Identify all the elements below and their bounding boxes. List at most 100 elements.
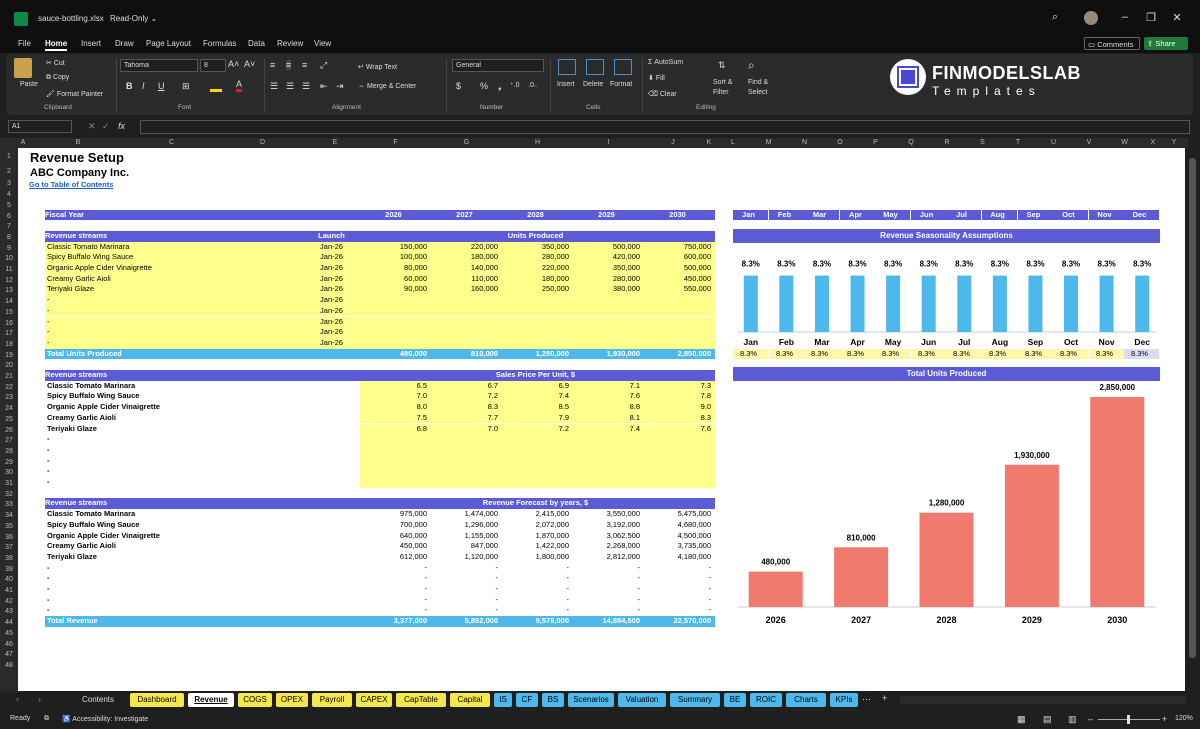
- price-value[interactable]: [644, 434, 715, 445]
- row-header-18[interactable]: 18: [0, 340, 18, 351]
- units-value[interactable]: 140,000: [431, 263, 502, 274]
- units-value[interactable]: 600,000: [644, 252, 715, 263]
- units-stream-name[interactable]: Teriyaki Glaze: [45, 284, 307, 296]
- column-header-y[interactable]: Y: [1164, 138, 1184, 148]
- autosum-button[interactable]: Σ AutoSum: [648, 59, 683, 66]
- price-value[interactable]: 6.9: [502, 380, 573, 392]
- menu-home[interactable]: Home: [45, 39, 68, 51]
- row-header-17[interactable]: 17: [0, 329, 18, 340]
- menu-insert[interactable]: Insert: [81, 39, 101, 48]
- avatar[interactable]: [1084, 11, 1098, 25]
- units-value[interactable]: [502, 316, 573, 328]
- fill-button[interactable]: ⬇ Fill: [648, 74, 665, 82]
- sheet-tab[interactable]: OPEX: [276, 693, 308, 707]
- price-value[interactable]: 7.0: [360, 391, 431, 403]
- units-value[interactable]: [502, 295, 573, 306]
- search-icon[interactable]: ⌕: [1043, 11, 1067, 24]
- units-value[interactable]: [573, 337, 644, 349]
- row-header-20[interactable]: 20: [0, 361, 18, 372]
- row-header-25[interactable]: 25: [0, 415, 18, 426]
- price-value[interactable]: 7.8: [644, 391, 715, 403]
- percent-icon[interactable]: %: [480, 81, 488, 91]
- price-value[interactable]: [573, 455, 644, 467]
- align-bottom-icon[interactable]: ≡: [302, 60, 307, 70]
- units-value[interactable]: [573, 295, 644, 306]
- units-value[interactable]: 550,000: [644, 284, 715, 296]
- row-header-45[interactable]: 45: [0, 629, 18, 640]
- align-top-icon[interactable]: ≡: [270, 60, 275, 70]
- units-value[interactable]: [573, 316, 644, 328]
- font-name-select[interactable]: Tahoma: [120, 59, 198, 72]
- column-header-u[interactable]: U: [1036, 138, 1071, 148]
- sheet-tab[interactable]: Revenue: [188, 693, 234, 707]
- price-value[interactable]: [502, 477, 573, 488]
- row-header-6[interactable]: 6: [0, 212, 18, 223]
- cancel-icon[interactable]: ✕: [88, 121, 96, 132]
- units-value[interactable]: 90,000: [360, 284, 431, 296]
- delete-cells-icon[interactable]: [586, 59, 604, 75]
- units-value[interactable]: [644, 327, 715, 338]
- price-value[interactable]: [573, 477, 644, 488]
- row-header-27[interactable]: 27: [0, 436, 18, 447]
- zoom-in-icon[interactable]: +: [1162, 714, 1167, 724]
- number-format-select[interactable]: General: [452, 59, 544, 72]
- comments-button[interactable]: ▭ Comments: [1084, 37, 1140, 50]
- units-value[interactable]: [644, 316, 715, 328]
- row-header-35[interactable]: 35: [0, 522, 18, 533]
- price-value[interactable]: [431, 455, 502, 467]
- launch-date[interactable]: Jan-26: [307, 241, 360, 253]
- row-header-28[interactable]: 28: [0, 447, 18, 458]
- borders-icon[interactable]: ⊞: [182, 81, 190, 92]
- column-header-v[interactable]: V: [1071, 138, 1107, 148]
- paste-button[interactable]: Paste: [20, 81, 38, 88]
- row-header-15[interactable]: 15: [0, 308, 18, 319]
- row-header-33[interactable]: 33: [0, 500, 18, 511]
- column-header-s[interactable]: S: [965, 138, 1000, 148]
- price-value[interactable]: 7.0: [431, 423, 502, 435]
- units-value[interactable]: [360, 327, 431, 338]
- column-header-t[interactable]: T: [1000, 138, 1036, 148]
- price-value[interactable]: 7.6: [644, 423, 715, 435]
- price-value[interactable]: 6.5: [360, 380, 431, 392]
- price-value[interactable]: 6.8: [360, 423, 431, 435]
- sheet-tab[interactable]: BS: [542, 693, 564, 707]
- price-value[interactable]: [573, 434, 644, 445]
- read-only-indicator[interactable]: Read-Only ⌄: [110, 14, 157, 23]
- row-header-2[interactable]: 2: [0, 167, 18, 178]
- menu-page-layout[interactable]: Page Layout: [146, 39, 191, 48]
- column-header-g[interactable]: G: [431, 138, 502, 148]
- name-box[interactable]: A1: [8, 120, 72, 133]
- units-stream-name[interactable]: Spicy Buffalo Wing Sauce: [45, 252, 307, 263]
- row-header-16[interactable]: 16: [0, 319, 18, 330]
- units-value[interactable]: 180,000: [502, 273, 573, 285]
- column-header-b[interactable]: B: [28, 138, 128, 148]
- price-value[interactable]: [644, 444, 715, 456]
- column-header-k[interactable]: K: [702, 138, 716, 148]
- column-header-w[interactable]: W: [1107, 138, 1142, 148]
- units-value[interactable]: 350,000: [573, 263, 644, 274]
- italic-button[interactable]: I: [142, 81, 145, 91]
- insert-cells-icon[interactable]: [558, 59, 576, 75]
- align-middle-icon[interactable]: ≡: [286, 60, 292, 70]
- units-value[interactable]: 220,000: [431, 241, 502, 253]
- price-value[interactable]: [573, 444, 644, 456]
- row-header-12[interactable]: 12: [0, 276, 18, 287]
- units-value[interactable]: 280,000: [573, 273, 644, 285]
- units-value[interactable]: [502, 337, 573, 349]
- row-header-40[interactable]: 40: [0, 575, 18, 586]
- units-value[interactable]: 380,000: [573, 284, 644, 296]
- align-right-icon[interactable]: ☰: [302, 81, 310, 92]
- units-value[interactable]: [502, 305, 573, 317]
- column-header-q[interactable]: Q: [893, 138, 929, 148]
- price-value[interactable]: [644, 466, 715, 477]
- sheet-tab[interactable]: Dashboard: [130, 693, 184, 707]
- units-value[interactable]: [431, 337, 502, 349]
- align-left-icon[interactable]: ☰: [270, 81, 278, 92]
- price-value[interactable]: [431, 434, 502, 445]
- price-value[interactable]: 7.5: [360, 412, 431, 424]
- sheet-tab[interactable]: BE: [724, 693, 746, 707]
- units-value[interactable]: 280,000: [502, 252, 573, 263]
- clear-button[interactable]: ⌫ Clear: [648, 90, 677, 98]
- shrink-font-icon[interactable]: A˅: [244, 59, 255, 69]
- units-value[interactable]: 60,000: [360, 273, 431, 285]
